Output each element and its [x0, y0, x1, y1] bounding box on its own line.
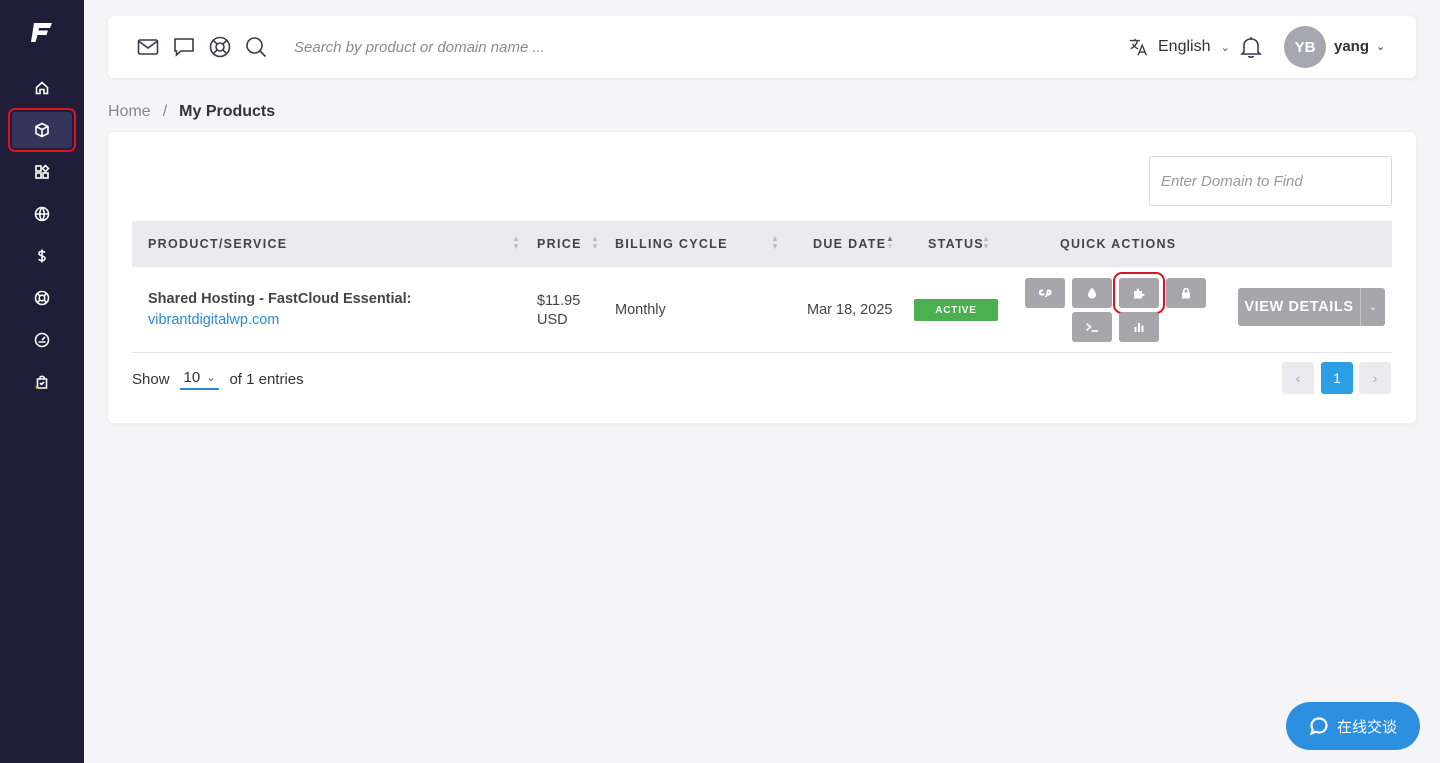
sort-icon[interactable]: ▲ ▼ — [982, 235, 990, 251]
sidebar-item-products[interactable] — [8, 108, 76, 152]
translate-icon — [1129, 38, 1147, 56]
top-bar: English ⌄ YB yang ⌄ — [108, 16, 1416, 78]
live-chat-label: 在线交谈 — [1336, 717, 1397, 736]
prev-page-button[interactable]: ‹ — [1282, 362, 1314, 394]
column-header-due-date[interactable]: DUE DATE — [813, 237, 886, 251]
sort-icon[interactable]: ▲ ▼ — [591, 235, 599, 251]
products-card: PRODUCT/SERVICE ▲▼ PRICE ▲▼ BILLING CYCL… — [108, 132, 1416, 423]
lifebuoy-icon — [34, 290, 50, 306]
column-header-product[interactable]: PRODUCT/SERVICE — [148, 237, 287, 251]
price-currency: USD — [537, 312, 568, 328]
globe-icon — [34, 206, 50, 222]
column-header-price[interactable]: PRICE — [537, 237, 582, 251]
box-icon — [35, 122, 49, 138]
table-row: Shared Hosting - FastCloud Essential: vi… — [132, 267, 1392, 353]
breadcrumb: Home / My Products — [108, 103, 275, 121]
domain-search-input[interactable] — [1149, 156, 1392, 206]
sidebar-item-support[interactable] — [12, 280, 72, 316]
column-header-billing-cycle[interactable]: BILLING CYCLE — [615, 237, 728, 251]
sidebar-item-store[interactable] — [12, 364, 72, 400]
sidebar-item-domains[interactable] — [12, 196, 72, 232]
fastcomet-logo[interactable] — [30, 20, 54, 44]
show-label: Show — [132, 371, 170, 388]
entries-per-page-select[interactable]: 10 ⌄ — [179, 369, 220, 390]
drop-button[interactable] — [1072, 278, 1112, 308]
sort-asc-icon[interactable]: ▲ ▼ — [886, 235, 894, 251]
bell-icon[interactable] — [1240, 35, 1262, 64]
lock-icon — [1182, 287, 1190, 299]
chat-bubble-icon[interactable] — [172, 35, 196, 59]
column-header-quick-actions: QUICK ACTIONS — [1060, 237, 1177, 251]
billing-cycle: Monthly — [615, 302, 666, 318]
lock-button[interactable] — [1166, 278, 1206, 308]
view-details-dropdown-toggle[interactable]: ⌄ — [1360, 288, 1385, 326]
search-icon[interactable] — [244, 35, 268, 59]
view-details-button[interactable]: VIEW DETAILS — [1238, 299, 1360, 315]
page-title: My Products — [179, 103, 276, 120]
sort-icon[interactable]: ▲ ▼ — [512, 235, 520, 251]
grid-icon — [35, 164, 50, 179]
chevron-down-icon: ⌄ — [1220, 41, 1230, 54]
breadcrumb-separator: / — [162, 103, 168, 120]
gauge-icon — [34, 332, 50, 348]
chevron-down-icon: ⌄ — [1376, 41, 1386, 53]
home-icon — [35, 81, 49, 95]
shopping-bag-star-icon — [35, 375, 48, 389]
puzzle-icon — [1134, 288, 1145, 299]
sidebar-item-addons[interactable] — [12, 154, 72, 190]
table-footer: Show 10 ⌄ of 1 entries — [132, 369, 304, 390]
stats-button[interactable] — [1119, 312, 1159, 342]
product-name[interactable]: Shared Hosting - FastCloud Essential: — [148, 291, 411, 307]
entries-per-page-value: 10 — [183, 369, 201, 386]
language-selector[interactable]: English ⌄ — [1128, 36, 1230, 58]
search-input[interactable] — [294, 34, 714, 60]
column-header-status[interactable]: STATUS — [928, 237, 984, 251]
mail-icon[interactable] — [136, 35, 160, 59]
drop-icon — [1088, 287, 1096, 299]
entries-count-text: of 1 entries — [229, 371, 304, 388]
chat-bubble-icon — [1309, 717, 1328, 736]
sidebar-item-home[interactable] — [12, 70, 72, 106]
lifebuoy-icon[interactable] — [208, 35, 232, 59]
view-details-button-group: VIEW DETAILS ⌄ — [1238, 288, 1385, 326]
bar-chart-icon — [1134, 323, 1144, 332]
cpanel-icon — [1039, 289, 1052, 297]
chevron-down-icon: ⌄ — [1368, 301, 1378, 313]
username-label: yang — [1334, 38, 1370, 55]
next-page-button[interactable]: › — [1359, 362, 1391, 394]
dollar-icon — [38, 249, 46, 263]
page-1-button[interactable]: 1 — [1321, 362, 1353, 394]
status-badge: ACTIVE — [914, 299, 998, 321]
addons-puzzle-button[interactable] — [1113, 272, 1165, 314]
price-amount: $11.95 — [537, 293, 581, 309]
sort-icon[interactable]: ▲ ▼ — [771, 235, 779, 251]
sidebar — [0, 0, 84, 763]
due-date: Mar 18, 2025 — [807, 302, 893, 318]
live-chat-button[interactable]: 在线交谈 — [1286, 702, 1420, 750]
terminal-icon — [1085, 322, 1098, 332]
avatar[interactable]: YB — [1284, 26, 1326, 68]
terminal-button[interactable] — [1072, 312, 1112, 342]
language-label: English — [1158, 38, 1211, 55]
sidebar-item-billing[interactable] — [12, 238, 72, 274]
product-domain-link[interactable]: vibrantdigitalwp.com — [148, 312, 279, 328]
chevron-down-icon: ⌄ — [206, 372, 216, 384]
cpanel-button[interactable] — [1025, 278, 1065, 308]
user-menu[interactable]: yang ⌄ — [1334, 38, 1385, 55]
table-header: PRODUCT/SERVICE ▲ ▼ PRICE ▲ ▼ BILLING CYCL… — [132, 221, 1392, 267]
sidebar-item-affiliate[interactable] — [12, 322, 72, 358]
breadcrumb-home-link[interactable]: Home — [108, 103, 151, 121]
